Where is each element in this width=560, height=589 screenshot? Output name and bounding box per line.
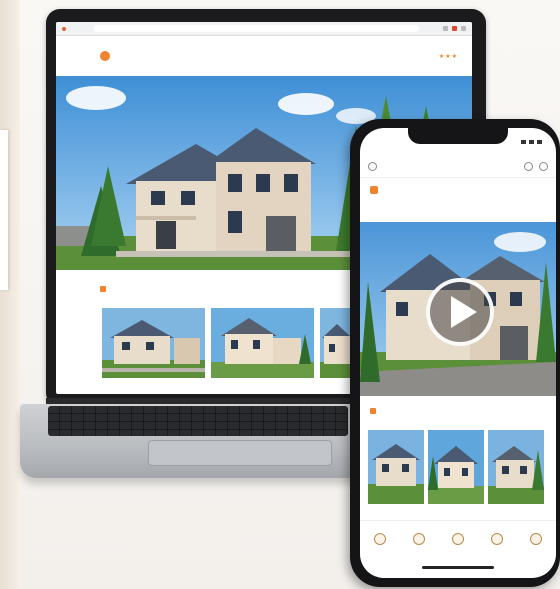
signal-icon	[521, 140, 526, 144]
gallery-thumbnail[interactable]	[102, 308, 205, 378]
rating-stars: ★★★	[438, 53, 458, 60]
search-icon[interactable]	[524, 162, 533, 171]
section-marker-icon	[100, 286, 106, 292]
listing-icon	[412, 533, 425, 545]
gallery-section-header	[100, 286, 132, 292]
gallery-thumbnail[interactable]	[428, 430, 484, 504]
notification-icon[interactable]	[452, 26, 457, 31]
logo-icon[interactable]	[100, 51, 110, 61]
house-photo	[211, 308, 314, 378]
bottom-tab-bar	[360, 520, 556, 560]
gallery-thumbnail[interactable]	[320, 308, 354, 378]
tab-2[interactable]	[412, 533, 425, 548]
phone-gallery-thumbnails	[368, 430, 544, 504]
gallery-thumbnail[interactable]	[211, 308, 314, 378]
tab-5[interactable]	[530, 533, 543, 548]
gallery-thumbnail[interactable]	[488, 430, 544, 504]
section-marker-icon	[370, 408, 376, 414]
background-card	[0, 130, 8, 290]
extension-icon[interactable]	[443, 26, 448, 31]
menu-icon[interactable]	[539, 162, 548, 171]
app-bar	[360, 156, 556, 178]
house-photo	[368, 430, 424, 504]
brand-logo-icon	[370, 186, 378, 194]
tab-3[interactable]	[451, 533, 464, 548]
brand-header	[360, 178, 556, 200]
home-icon	[373, 533, 386, 545]
house-photo	[428, 430, 484, 504]
browser-favicon-icon	[62, 26, 66, 31]
back-icon[interactable]	[368, 162, 377, 171]
house-photo	[102, 308, 205, 378]
phone-screen	[360, 128, 556, 578]
tab-4[interactable]	[491, 533, 504, 548]
house-photo	[488, 430, 544, 504]
battery-icon	[537, 140, 542, 144]
address-bar[interactable]	[94, 25, 419, 32]
house-photo	[320, 308, 354, 378]
message-icon	[491, 533, 504, 545]
phone-notch	[408, 128, 508, 144]
gallery-thumbnails	[102, 308, 354, 378]
video-player[interactable]	[360, 222, 556, 396]
phone-gallery-header	[370, 408, 380, 414]
home-indicator	[422, 566, 494, 569]
play-button[interactable]	[426, 278, 494, 346]
play-icon	[451, 296, 477, 328]
wifi-icon	[529, 140, 534, 144]
status-icons	[521, 140, 542, 144]
menu-icon[interactable]	[461, 26, 466, 31]
laptop-keyboard	[48, 406, 348, 436]
browser-toolbar	[56, 22, 472, 36]
laptop-trackpad	[148, 440, 332, 466]
gallery-icon	[451, 533, 464, 545]
site-header: ★★★	[56, 36, 472, 76]
profile-icon	[530, 533, 543, 545]
tab-1[interactable]	[373, 533, 386, 548]
gallery-thumbnail[interactable]	[368, 430, 424, 504]
background-frame	[0, 0, 20, 589]
